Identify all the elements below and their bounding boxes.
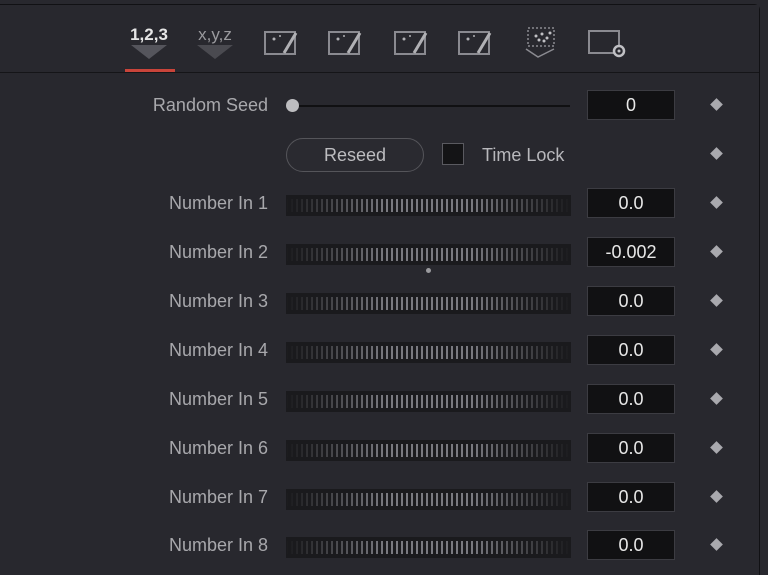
reseed-button[interactable]: Reseed [286, 138, 424, 172]
number-in-label: Number In 5 [168, 389, 268, 409]
keyframe-diamond-icon[interactable] [710, 441, 723, 454]
chevron-icon [197, 45, 233, 59]
number-in-5-field[interactable]: 0.0 [587, 384, 675, 414]
random-seed-field[interactable]: 0 [587, 90, 675, 120]
tab-image-3[interactable] [382, 15, 436, 71]
number-in-4-field[interactable]: 0.0 [587, 335, 675, 365]
active-tab-indicator [125, 69, 175, 72]
random-seed-slider-knob[interactable] [286, 99, 299, 112]
number-in-6-row: Number In 6 0.0 [0, 432, 760, 466]
time-lock-label: Time Lock [482, 145, 565, 165]
image-wand-icon [458, 31, 492, 55]
number-in-3-row: Number In 3 0.0 [0, 285, 760, 319]
thumbwheel-center-dot [426, 268, 431, 273]
tab-label: x,y,z [198, 25, 232, 44]
number-in-label: Number In 8 [168, 535, 268, 555]
keyframe-diamond-icon[interactable] [710, 392, 723, 405]
keyframe-diamond-icon[interactable] [710, 294, 723, 307]
keyframe-diamond-icon[interactable] [710, 538, 723, 551]
number-in-label: Number In 2 [168, 242, 268, 262]
number-in-8-thumbwheel[interactable] [286, 537, 571, 558]
number-in-5-row: Number In 5 0.0 [0, 383, 760, 417]
tab-image-4[interactable] [446, 15, 500, 71]
keyframe-diamond-icon[interactable] [710, 490, 723, 503]
number-in-2-row: Number In 2 -0.002 [0, 236, 760, 273]
tab-particles[interactable] [512, 15, 566, 71]
keyframe-diamond-icon[interactable] [710, 196, 723, 209]
keyframe-diamond-icon[interactable] [710, 98, 723, 111]
number-in-label: Number In 7 [168, 487, 268, 507]
number-in-7-field[interactable]: 0.0 [587, 482, 675, 512]
tab-image-2[interactable] [316, 15, 370, 71]
number-in-5-thumbwheel[interactable] [286, 391, 571, 412]
number-in-4-row: Number In 4 0.0 [0, 334, 760, 368]
tab-settings[interactable] [576, 15, 630, 71]
keyframe-diamond-icon[interactable] [710, 343, 723, 356]
reseed-row: Reseed Time Lock [0, 138, 760, 172]
number-in-1-field[interactable]: 0.0 [587, 188, 675, 218]
number-in-7-thumbwheel[interactable] [286, 489, 571, 510]
keyframe-diamond-icon[interactable] [710, 147, 723, 160]
image-wand-icon [328, 31, 362, 55]
random-seed-slider[interactable] [292, 105, 570, 107]
random-seed-row: Random Seed 0 [0, 89, 760, 123]
number-in-7-row: Number In 7 0.0 [0, 481, 760, 515]
image-wand-icon [394, 31, 428, 55]
random-seed-label: Random Seed [152, 95, 268, 115]
settings-icon [588, 30, 626, 58]
number-in-8-field[interactable]: 0.0 [587, 530, 675, 560]
number-in-label: Number In 3 [168, 291, 268, 311]
number-in-label: Number In 1 [168, 193, 268, 213]
number-in-3-field[interactable]: 0.0 [587, 286, 675, 316]
number-in-6-field[interactable]: 0.0 [587, 433, 675, 463]
image-wand-icon [264, 31, 298, 55]
number-in-2-field[interactable]: -0.002 [587, 237, 675, 267]
number-in-6-thumbwheel[interactable] [286, 440, 571, 461]
number-in-1-thumbwheel[interactable] [286, 195, 571, 216]
tab-numbers[interactable]: 1,2,3 [122, 15, 176, 71]
number-in-1-row: Number In 1 0.0 [0, 187, 760, 221]
number-in-label: Number In 6 [168, 438, 268, 458]
particles-icon [525, 27, 555, 58]
number-in-8-row: Number In 8 0.0 [0, 529, 760, 563]
time-lock-checkbox[interactable] [442, 143, 464, 165]
tab-image-1[interactable] [252, 15, 306, 71]
tab-label: 1,2,3 [130, 25, 168, 44]
tab-points[interactable]: x,y,z [188, 15, 242, 71]
number-in-3-thumbwheel[interactable] [286, 293, 571, 314]
number-in-label: Number In 4 [168, 340, 268, 360]
inspector-panel: 1,2,3 x,y,z Random Seed 0 Reseed Time Lo… [0, 4, 760, 575]
chevron-icon [131, 45, 167, 59]
number-in-2-thumbwheel[interactable] [286, 244, 571, 265]
tab-bar: 1,2,3 x,y,z [0, 5, 759, 73]
keyframe-diamond-icon[interactable] [710, 245, 723, 258]
number-in-4-thumbwheel[interactable] [286, 342, 571, 363]
